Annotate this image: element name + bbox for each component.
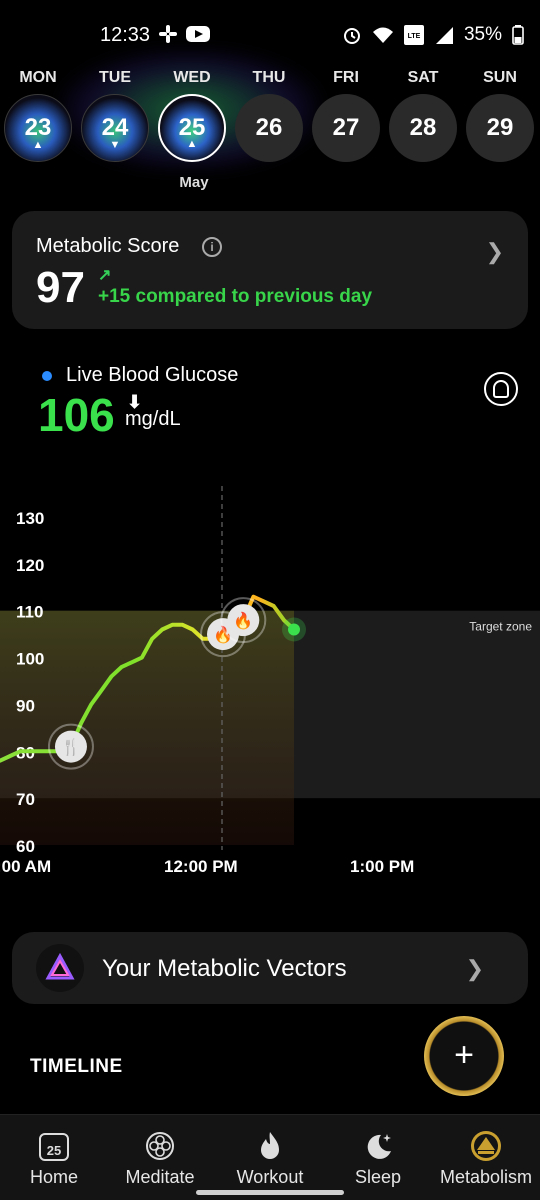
battery-percent: 35% bbox=[463, 24, 502, 45]
arrow-down-icon: ▼ bbox=[109, 139, 121, 151]
day-label: THU bbox=[252, 69, 286, 86]
day-label: WED bbox=[173, 69, 211, 86]
vectors-label: Your Metabolic Vectors bbox=[102, 955, 347, 982]
add-button[interactable]: + bbox=[424, 1016, 504, 1096]
day-tue[interactable]: TUE 24 ▼ bbox=[79, 60, 151, 162]
day-label: MON bbox=[19, 69, 57, 86]
info-icon[interactable]: i bbox=[202, 237, 222, 257]
day-label: TUE bbox=[99, 69, 131, 86]
x-tick-label: 12:00 PM bbox=[164, 857, 238, 876]
x-tick-label: :00 AM bbox=[0, 857, 51, 876]
timeline-heading: TIMELINE bbox=[30, 1056, 123, 1077]
target-zone-label: Target zone bbox=[469, 620, 532, 634]
day-fri[interactable]: FRI 27 bbox=[310, 60, 382, 162]
glucose-unit: mg/dL bbox=[125, 408, 181, 430]
flame-icon bbox=[261, 1132, 279, 1159]
score-title: Metabolic Score bbox=[36, 235, 180, 257]
svg-text:25: 25 bbox=[47, 1143, 61, 1158]
youtube-icon bbox=[186, 26, 210, 42]
status-time: 12:33 bbox=[100, 24, 151, 46]
day-circle[interactable]: 24 ▼ bbox=[81, 94, 149, 162]
meal-icon-glyph: 🍴 bbox=[61, 738, 81, 757]
moon-icon bbox=[367, 1134, 391, 1159]
plus-icon: + bbox=[454, 1036, 474, 1074]
day-sat[interactable]: SAT 28 bbox=[387, 60, 459, 162]
day-circle[interactable]: 26 bbox=[235, 94, 303, 162]
system-icons: LTE 35% bbox=[342, 24, 524, 46]
sensor-icon[interactable] bbox=[484, 372, 518, 406]
bottom-nav: 25 Home Meditate Workout Sleep Metabolis… bbox=[0, 1114, 540, 1200]
metabolic-vectors-card[interactable]: Your Metabolic Vectors ❯ bbox=[12, 932, 528, 1004]
fire-icon-glyph: 🔥 bbox=[233, 611, 253, 630]
y-tick-label: 110 bbox=[16, 603, 43, 622]
nav-sleep[interactable]: Sleep bbox=[324, 1115, 432, 1200]
metabolic-score-card[interactable]: Metabolic Score i ❯ 97 ↗ +15 compared to… bbox=[12, 211, 528, 329]
y-tick-label: 130 bbox=[16, 509, 44, 528]
day-thu[interactable]: THU 26 bbox=[233, 60, 305, 162]
day-circle[interactable]: 28 bbox=[389, 94, 457, 162]
home-indicator bbox=[196, 1190, 344, 1195]
y-tick-label: 90 bbox=[16, 696, 35, 715]
nav-label: Meditate bbox=[125, 1167, 195, 1187]
lte-icon: LTE bbox=[403, 25, 424, 45]
day-label: SUN bbox=[483, 69, 517, 86]
day-label: SAT bbox=[407, 69, 439, 86]
day-circle-selected[interactable]: 25 ▲ bbox=[158, 94, 226, 162]
lotus-icon bbox=[146, 1132, 174, 1160]
live-dot-icon bbox=[42, 370, 52, 381]
y-tick-label: 100 bbox=[16, 650, 44, 669]
x-tick-label: 1:00 PM bbox=[350, 857, 414, 876]
nav-meditate[interactable]: Meditate bbox=[106, 1115, 214, 1200]
week-selector: MON 23 ▲ TUE 24 ▼ WED 25 ▲ THU 26 FRI 27 SA… bbox=[0, 50, 540, 200]
score-delta: +15 compared to previous day bbox=[98, 286, 373, 307]
y-tick-label: 120 bbox=[16, 556, 44, 575]
nav-label: Home bbox=[29, 1167, 78, 1187]
chevron-right-icon: ❯ bbox=[485, 239, 504, 264]
glucose-label: Live Blood Glucose bbox=[66, 364, 239, 386]
day-label: FRI bbox=[333, 69, 359, 86]
notification-icons bbox=[158, 24, 210, 44]
alarm-icon bbox=[343, 28, 360, 44]
day-circle[interactable]: 27 bbox=[312, 94, 380, 162]
arrow-up-icon: ▲ bbox=[32, 139, 44, 151]
glucose-chart: Target zone13012011010090807060:00 AM 12:… bbox=[0, 486, 540, 876]
wifi-icon bbox=[372, 27, 393, 43]
battery-icon bbox=[512, 25, 524, 45]
arrow-up-icon: ▲ bbox=[186, 138, 198, 150]
nav-label: Workout bbox=[236, 1167, 304, 1187]
day-circle[interactable]: 29 bbox=[466, 94, 534, 162]
nav-label: Sleep bbox=[354, 1167, 402, 1187]
trend-up-icon: ↗ bbox=[98, 267, 112, 284]
signal-icon bbox=[435, 27, 453, 44]
glucose-header: Live Blood Glucose bbox=[42, 364, 238, 387]
metabolism-icon bbox=[471, 1131, 501, 1161]
day-sun[interactable]: SUN 29 bbox=[464, 60, 536, 162]
current-value-dot bbox=[288, 623, 300, 636]
nav-workout[interactable]: Workout bbox=[216, 1115, 324, 1200]
triangle-icon bbox=[36, 944, 84, 992]
svg-text:LTE: LTE bbox=[408, 33, 421, 40]
y-tick-label: 70 bbox=[16, 790, 35, 809]
month-label: May bbox=[179, 174, 209, 191]
y-tick-label: 60 bbox=[16, 837, 35, 856]
nav-label: Metabolism bbox=[439, 1167, 533, 1187]
calendar-icon: 25 bbox=[39, 1133, 69, 1161]
glucose-value: 106 bbox=[38, 389, 115, 441]
nav-home[interactable]: 25 Home bbox=[0, 1115, 108, 1200]
nav-metabolism[interactable]: Metabolism bbox=[432, 1115, 540, 1200]
day-circle[interactable]: 23 ▲ bbox=[4, 94, 72, 162]
slack-icon bbox=[159, 25, 177, 43]
chevron-right-icon: ❯ bbox=[465, 956, 484, 981]
day-wed[interactable]: WED 25 ▲ bbox=[156, 60, 228, 162]
day-mon[interactable]: MON 23 ▲ bbox=[2, 60, 74, 162]
score-value: 97 bbox=[36, 263, 85, 312]
